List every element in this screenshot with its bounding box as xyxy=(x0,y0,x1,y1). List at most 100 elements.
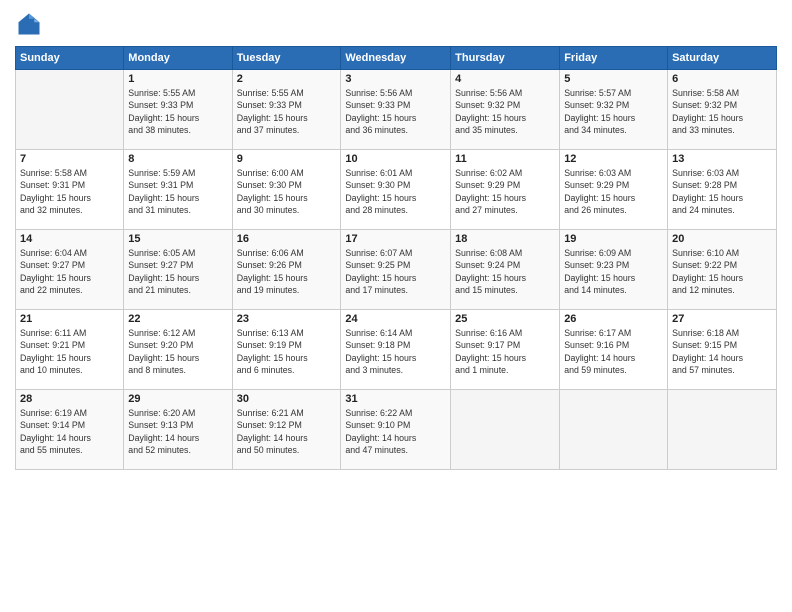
calendar-week-2: 7Sunrise: 5:58 AM Sunset: 9:31 PM Daylig… xyxy=(16,150,777,230)
day-number: 21 xyxy=(20,313,119,325)
calendar-cell xyxy=(451,390,560,470)
day-info: Sunrise: 6:08 AM Sunset: 9:24 PM Dayligh… xyxy=(455,247,555,296)
day-number: 30 xyxy=(237,393,337,405)
day-info: Sunrise: 6:16 AM Sunset: 9:17 PM Dayligh… xyxy=(455,327,555,376)
day-info: Sunrise: 6:01 AM Sunset: 9:30 PM Dayligh… xyxy=(345,167,446,216)
day-number: 10 xyxy=(345,153,446,165)
day-number: 27 xyxy=(672,313,772,325)
day-info: Sunrise: 6:07 AM Sunset: 9:25 PM Dayligh… xyxy=(345,247,446,296)
day-number: 24 xyxy=(345,313,446,325)
calendar-cell: 12 Sunrise: 6:03 AM Sunset: 9:29 PM Dayli… xyxy=(560,150,668,230)
calendar-cell: 31 Sunrise: 6:22 AM Sunset: 9:10 PM Dayli… xyxy=(341,390,451,470)
calendar-cell: 11 Sunrise: 6:02 AM Sunset: 9:29 PM Dayli… xyxy=(451,150,560,230)
calendar-week-3: 14 Sunrise: 6:04 AM Sunset: 9:27 PM Dayli… xyxy=(16,230,777,310)
day-number: 19 xyxy=(564,233,663,245)
calendar-cell: 13 Sunrise: 6:03 AM Sunset: 9:28 PM Dayli… xyxy=(668,150,777,230)
page: SundayMondayTuesdayWednesdayThursdayFrid… xyxy=(0,0,792,612)
calendar-cell: 25 Sunrise: 6:16 AM Sunset: 9:17 PM Dayli… xyxy=(451,310,560,390)
day-number: 25 xyxy=(455,313,555,325)
header xyxy=(15,10,777,38)
day-info: Sunrise: 5:59 AM Sunset: 9:31 PM Dayligh… xyxy=(128,167,227,216)
day-info: Sunrise: 6:06 AM Sunset: 9:26 PM Dayligh… xyxy=(237,247,337,296)
calendar-week-4: 21 Sunrise: 6:11 AM Sunset: 9:21 PM Dayli… xyxy=(16,310,777,390)
calendar-cell: 21 Sunrise: 6:11 AM Sunset: 9:21 PM Dayli… xyxy=(16,310,124,390)
day-info: Sunrise: 6:02 AM Sunset: 9:29 PM Dayligh… xyxy=(455,167,555,216)
calendar-cell: 24 Sunrise: 6:14 AM Sunset: 9:18 PM Dayli… xyxy=(341,310,451,390)
day-number: 13 xyxy=(672,153,772,165)
day-number: 17 xyxy=(345,233,446,245)
calendar-cell: 20 Sunrise: 6:10 AM Sunset: 9:22 PM Dayli… xyxy=(668,230,777,310)
day-number: 6 xyxy=(672,73,772,85)
calendar-week-5: 28Sunrise: 6:19 AM Sunset: 9:14 PM Dayli… xyxy=(16,390,777,470)
day-number: 5 xyxy=(564,73,663,85)
calendar-header-friday: Friday xyxy=(560,47,668,70)
calendar-cell: 28Sunrise: 6:19 AM Sunset: 9:14 PM Dayli… xyxy=(16,390,124,470)
day-number: 8 xyxy=(128,153,227,165)
calendar-cell: 8 Sunrise: 5:59 AM Sunset: 9:31 PM Daylig… xyxy=(124,150,232,230)
calendar-cell: 16 Sunrise: 6:06 AM Sunset: 9:26 PM Dayli… xyxy=(232,230,341,310)
calendar-cell: 17 Sunrise: 6:07 AM Sunset: 9:25 PM Dayli… xyxy=(341,230,451,310)
day-number: 22 xyxy=(128,313,227,325)
calendar-header-monday: Monday xyxy=(124,47,232,70)
calendar-cell xyxy=(668,390,777,470)
day-number: 18 xyxy=(455,233,555,245)
day-info: Sunrise: 6:14 AM Sunset: 9:18 PM Dayligh… xyxy=(345,327,446,376)
day-info: Sunrise: 5:58 AM Sunset: 9:32 PM Dayligh… xyxy=(672,87,772,136)
day-number: 3 xyxy=(345,73,446,85)
calendar-cell: 9 Sunrise: 6:00 AM Sunset: 9:30 PM Daylig… xyxy=(232,150,341,230)
calendar-cell: 26 Sunrise: 6:17 AM Sunset: 9:16 PM Dayli… xyxy=(560,310,668,390)
calendar-cell: 2Sunrise: 5:55 AM Sunset: 9:33 PM Daylig… xyxy=(232,70,341,150)
day-info: Sunrise: 6:13 AM Sunset: 9:19 PM Dayligh… xyxy=(237,327,337,376)
calendar-cell: 14 Sunrise: 6:04 AM Sunset: 9:27 PM Dayli… xyxy=(16,230,124,310)
day-info: Sunrise: 6:04 AM Sunset: 9:27 PM Dayligh… xyxy=(20,247,119,296)
calendar-cell: 23 Sunrise: 6:13 AM Sunset: 9:19 PM Dayli… xyxy=(232,310,341,390)
day-number: 23 xyxy=(237,313,337,325)
calendar-cell: 10 Sunrise: 6:01 AM Sunset: 9:30 PM Dayli… xyxy=(341,150,451,230)
calendar-cell: 7Sunrise: 5:58 AM Sunset: 9:31 PM Daylig… xyxy=(16,150,124,230)
day-number: 28 xyxy=(20,393,119,405)
calendar-header-wednesday: Wednesday xyxy=(341,47,451,70)
day-number: 31 xyxy=(345,393,446,405)
calendar-cell: 27Sunrise: 6:18 AM Sunset: 9:15 PM Dayli… xyxy=(668,310,777,390)
calendar-cell: 1Sunrise: 5:55 AM Sunset: 9:33 PM Daylig… xyxy=(124,70,232,150)
day-info: Sunrise: 5:55 AM Sunset: 9:33 PM Dayligh… xyxy=(128,87,227,136)
calendar-cell: 19 Sunrise: 6:09 AM Sunset: 9:23 PM Dayli… xyxy=(560,230,668,310)
day-info: Sunrise: 6:11 AM Sunset: 9:21 PM Dayligh… xyxy=(20,327,119,376)
day-info: Sunrise: 6:17 AM Sunset: 9:16 PM Dayligh… xyxy=(564,327,663,376)
day-info: Sunrise: 6:09 AM Sunset: 9:23 PM Dayligh… xyxy=(564,247,663,296)
calendar-cell: 5 Sunrise: 5:57 AM Sunset: 9:32 PM Daylig… xyxy=(560,70,668,150)
calendar-header-tuesday: Tuesday xyxy=(232,47,341,70)
day-info: Sunrise: 6:00 AM Sunset: 9:30 PM Dayligh… xyxy=(237,167,337,216)
day-number: 9 xyxy=(237,153,337,165)
day-info: Sunrise: 6:22 AM Sunset: 9:10 PM Dayligh… xyxy=(345,407,446,456)
calendar-header-row: SundayMondayTuesdayWednesdayThursdayFrid… xyxy=(16,47,777,70)
day-info: Sunrise: 6:03 AM Sunset: 9:29 PM Dayligh… xyxy=(564,167,663,216)
day-number: 20 xyxy=(672,233,772,245)
calendar-cell: 4 Sunrise: 5:56 AM Sunset: 9:32 PM Daylig… xyxy=(451,70,560,150)
calendar-cell: 18 Sunrise: 6:08 AM Sunset: 9:24 PM Dayli… xyxy=(451,230,560,310)
day-number: 26 xyxy=(564,313,663,325)
calendar-cell xyxy=(16,70,124,150)
day-number: 7 xyxy=(20,153,119,165)
day-number: 16 xyxy=(237,233,337,245)
calendar-header-thursday: Thursday xyxy=(451,47,560,70)
calendar-cell: 22Sunrise: 6:12 AM Sunset: 9:20 PM Dayli… xyxy=(124,310,232,390)
day-number: 4 xyxy=(455,73,555,85)
calendar-cell: 29Sunrise: 6:20 AM Sunset: 9:13 PM Dayli… xyxy=(124,390,232,470)
logo xyxy=(15,10,47,38)
day-number: 2 xyxy=(237,73,337,85)
day-number: 12 xyxy=(564,153,663,165)
day-info: Sunrise: 6:10 AM Sunset: 9:22 PM Dayligh… xyxy=(672,247,772,296)
calendar-cell: 6 Sunrise: 5:58 AM Sunset: 9:32 PM Daylig… xyxy=(668,70,777,150)
day-info: Sunrise: 5:57 AM Sunset: 9:32 PM Dayligh… xyxy=(564,87,663,136)
day-number: 11 xyxy=(455,153,555,165)
calendar-cell: 30Sunrise: 6:21 AM Sunset: 9:12 PM Dayli… xyxy=(232,390,341,470)
day-number: 14 xyxy=(20,233,119,245)
day-info: Sunrise: 6:05 AM Sunset: 9:27 PM Dayligh… xyxy=(128,247,227,296)
day-info: Sunrise: 5:56 AM Sunset: 9:32 PM Dayligh… xyxy=(455,87,555,136)
day-number: 15 xyxy=(128,233,227,245)
calendar-header-sunday: Sunday xyxy=(16,47,124,70)
day-info: Sunrise: 6:03 AM Sunset: 9:28 PM Dayligh… xyxy=(672,167,772,216)
day-info: Sunrise: 5:56 AM Sunset: 9:33 PM Dayligh… xyxy=(345,87,446,136)
day-number: 29 xyxy=(128,393,227,405)
